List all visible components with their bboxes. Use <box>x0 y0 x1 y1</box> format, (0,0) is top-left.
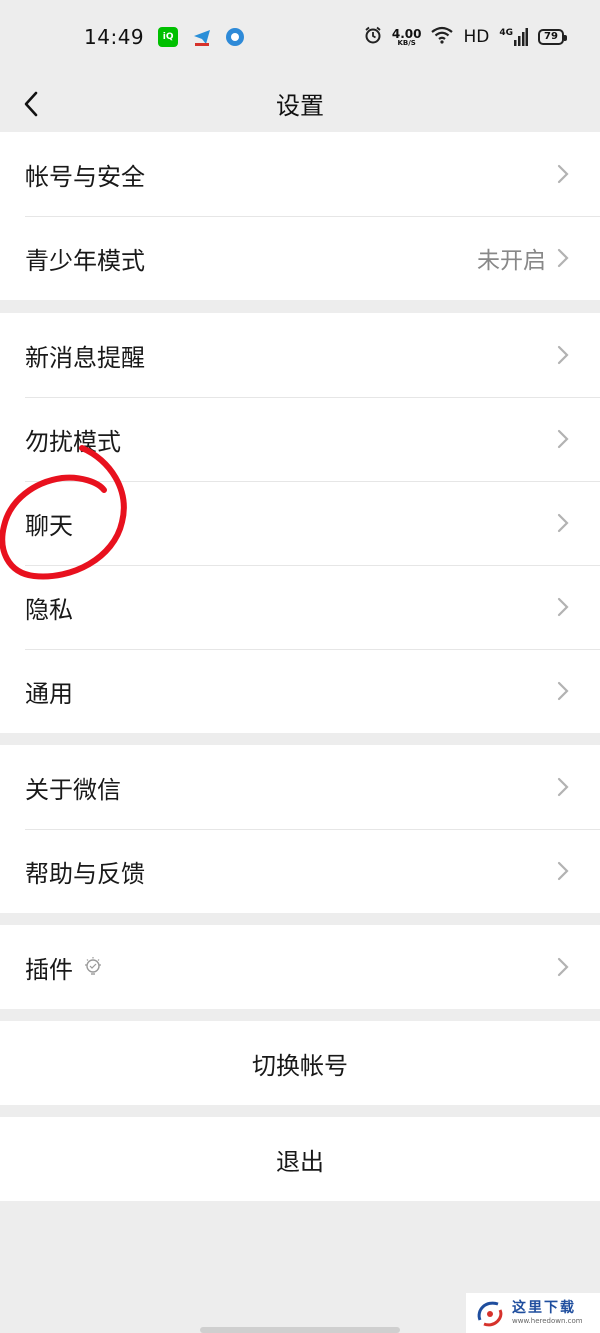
hd-label: HD <box>463 27 490 47</box>
chevron-left-icon <box>24 91 38 117</box>
status-left: 14:49 iQ <box>84 25 245 49</box>
page-title: 设置 <box>276 91 324 120</box>
row-account-security[interactable]: 帐号与安全 <box>0 132 600 216</box>
row-label: 帐号与安全 <box>25 162 145 191</box>
settings-group-plugins: 插件 <box>0 925 600 1009</box>
telegram-app-icon <box>192 27 212 47</box>
watermark-url: www.heredown.com <box>512 1317 583 1325</box>
row-general[interactable]: 通用 <box>0 649 600 733</box>
row-label: 青少年模式 <box>25 246 145 275</box>
row-label: 插件 <box>25 955 73 984</box>
row-new-message-notification[interactable]: 新消息提醒 <box>0 313 600 397</box>
logout-label: 退出 <box>276 1147 324 1176</box>
status-bar: 14:49 iQ 4.00 KB/S HD 4G 79 <box>0 0 600 74</box>
switch-account-button[interactable]: 切换帐号 <box>0 1021 600 1105</box>
row-label: 通用 <box>25 679 73 708</box>
wifi-icon <box>431 26 454 48</box>
status-right: 4.00 KB/S HD 4G 79 <box>364 26 567 48</box>
row-label: 关于微信 <box>25 775 121 804</box>
row-label: 帮助与反馈 <box>25 859 145 888</box>
switch-account-group: 切换帐号 <box>0 1021 600 1105</box>
switch-account-label: 切换帐号 <box>252 1051 348 1080</box>
logout-button[interactable]: 退出 <box>0 1117 600 1201</box>
browser-app-icon <box>226 28 245 46</box>
battery-icon: 79 <box>538 29 567 45</box>
logout-group: 退出 <box>0 1117 600 1201</box>
row-about-wechat[interactable]: 关于微信 <box>0 745 600 829</box>
iqiyi-app-icon: iQ <box>158 27 179 47</box>
teen-mode-status: 未开启 <box>477 248 546 274</box>
chevron-right-icon <box>557 681 569 701</box>
signal-icon: 4G <box>499 28 528 46</box>
chevron-right-icon <box>557 777 569 797</box>
net-speed-value: 4.00 <box>391 26 422 41</box>
row-label: 新消息提醒 <box>25 343 145 372</box>
chevron-right-icon <box>557 345 569 365</box>
row-label: 聊天 <box>25 511 73 540</box>
back-button[interactable] <box>18 84 58 124</box>
row-do-not-disturb[interactable]: 勿扰模式 <box>0 397 600 481</box>
watermark-logo-icon <box>477 1301 503 1327</box>
row-chat[interactable]: 聊天 <box>0 481 600 565</box>
settings-group-account: 帐号与安全 青少年模式 未开启 <box>0 132 600 300</box>
alarm-icon <box>364 26 382 48</box>
chevron-right-icon <box>557 248 569 268</box>
settings-group-about: 关于微信 帮助与反馈 <box>0 745 600 913</box>
chevron-right-icon <box>557 429 569 449</box>
chevron-right-icon <box>557 861 569 881</box>
chevron-right-icon <box>557 957 569 977</box>
chevron-right-icon <box>557 597 569 617</box>
signal-label: 4G <box>499 28 513 38</box>
row-plugins[interactable]: 插件 <box>0 925 600 1009</box>
row-help-feedback[interactable]: 帮助与反馈 <box>0 829 600 913</box>
lightbulb-icon <box>85 957 101 975</box>
row-label: 勿扰模式 <box>25 427 121 456</box>
net-speed: 4.00 KB/S <box>392 28 422 47</box>
chevron-right-icon <box>557 513 569 533</box>
settings-group-general: 新消息提醒 勿扰模式 聊天 隐私 通用 <box>0 313 600 733</box>
chevron-right-icon <box>557 164 569 184</box>
row-privacy[interactable]: 隐私 <box>0 565 600 649</box>
net-speed-unit: KB/S <box>397 38 416 47</box>
home-indicator <box>200 1327 400 1333</box>
row-teen-mode[interactable]: 青少年模式 未开启 <box>0 216 600 300</box>
watermark: 这里下载 www.heredown.com <box>466 1293 600 1333</box>
watermark-text: 这里下载 <box>512 1300 576 1316</box>
status-time: 14:49 <box>84 25 145 49</box>
nav-bar: 设置 <box>0 74 600 132</box>
row-label: 隐私 <box>25 595 73 624</box>
